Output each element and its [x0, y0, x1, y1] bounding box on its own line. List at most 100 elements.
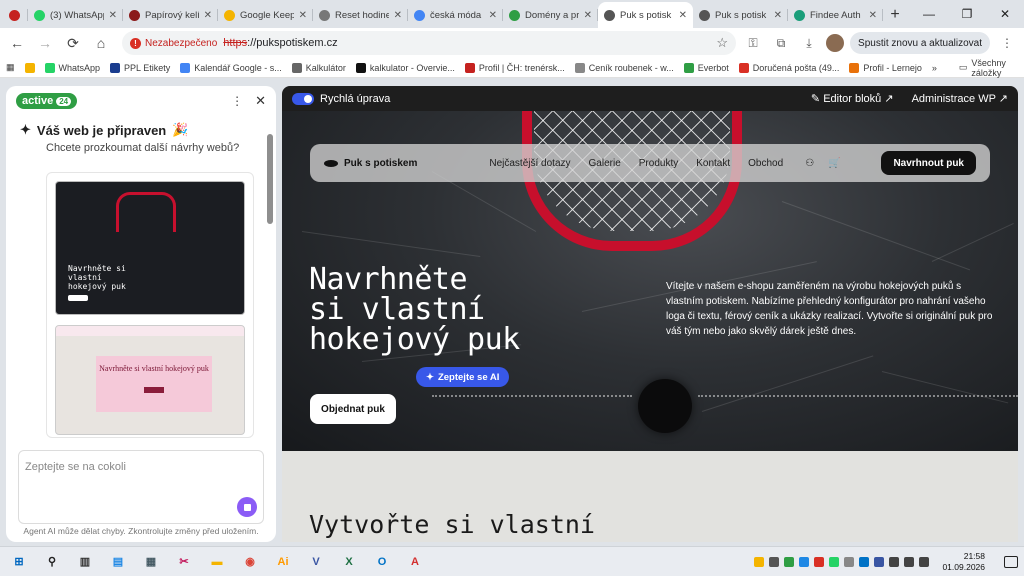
tab[interactable]: (3) WhatsApp ✕	[28, 2, 123, 28]
visio-icon[interactable]: V	[303, 549, 329, 575]
bookmark-star-icon[interactable]: ☆	[716, 35, 728, 51]
close-tab-icon[interactable]: ✕	[869, 10, 877, 21]
security-warning[interactable]: ! Nezabezpečeno	[130, 37, 217, 49]
bookmark-item[interactable]: Doručená pošta (49...	[738, 62, 839, 73]
tab[interactable]: Reset hodinek ✕	[313, 2, 408, 28]
tray-icon[interactable]	[829, 556, 840, 567]
more-options-icon[interactable]: ⋮	[231, 94, 243, 108]
site-logo[interactable]: Puk s potiskem	[324, 158, 417, 169]
bookmark-item[interactable]: PPL Etikety	[110, 62, 170, 73]
download-icon[interactable]: ⤓	[798, 32, 820, 54]
ai-panel-scrollbar[interactable]	[266, 122, 274, 472]
tab[interactable]	[0, 2, 28, 28]
nav-shop[interactable]: Obchod	[748, 158, 783, 169]
bookmark-item[interactable]: WhatsApp	[44, 62, 100, 73]
close-panel-icon[interactable]: ✕	[255, 93, 266, 109]
tray-icon[interactable]	[799, 556, 810, 567]
tray-icon[interactable]	[754, 556, 765, 567]
illustrator-icon[interactable]: Ai	[270, 549, 296, 575]
bookmark-item[interactable]	[24, 62, 35, 73]
back-button[interactable]: ←	[6, 32, 28, 54]
all-bookmarks-link[interactable]: Všechny záložky	[971, 58, 1018, 78]
forward-button[interactable]: →	[34, 32, 56, 54]
chrome-icon[interactable]: ◉	[237, 549, 263, 575]
tray-icon[interactable]	[859, 556, 870, 567]
stop-button[interactable]	[237, 497, 257, 517]
block-editor-link[interactable]: ✎ Editor bloků ↗	[811, 92, 894, 105]
order-puck-button[interactable]: Objednat puk	[310, 394, 396, 424]
bookmark-item[interactable]: Profil | ČH: trenérsk...	[464, 62, 565, 73]
tray-icon[interactable]	[784, 556, 795, 567]
battery-icon[interactable]	[919, 556, 930, 567]
volume-icon[interactable]	[904, 556, 915, 567]
start-icon[interactable]: ⊞	[6, 549, 32, 575]
new-tab-button[interactable]: +	[883, 2, 907, 28]
ai-chat-input[interactable]: Zeptejte se na cokoli	[18, 450, 264, 524]
tray-icon[interactable]	[874, 556, 885, 567]
ask-ai-button[interactable]: ✦ Zeptejte se AI	[416, 367, 510, 387]
close-window-button[interactable]: ✕	[986, 0, 1024, 28]
tab[interactable]: Google Keep ✕	[218, 2, 313, 28]
minimize-button[interactable]: —	[910, 0, 948, 28]
outlook-icon[interactable]: O	[369, 549, 395, 575]
cart-icon[interactable]: 🛒	[828, 158, 840, 169]
nav-gallery[interactable]: Galerie	[589, 158, 621, 169]
tab[interactable]: Findee Auth ✕	[788, 2, 883, 28]
tab[interactable]: Papírový kelímek ✕	[123, 2, 218, 28]
clock[interactable]: 21:58 01.09.2026	[942, 551, 985, 573]
more-bookmarks-button[interactable]: »	[932, 63, 937, 73]
address-bar[interactable]: ! Nezabezpečeno https://pukspotiskem.cz …	[122, 31, 737, 55]
nav-faq[interactable]: Nejčastější dotazy	[489, 158, 570, 169]
design-preview-pink[interactable]: Navrhněte si vlastní hokejový puk	[55, 325, 245, 435]
home-button[interactable]: ⌂	[90, 32, 112, 54]
tab[interactable]: Puk s potisk ✕	[693, 2, 788, 28]
url-text[interactable]: https://pukspotiskem.cz	[223, 37, 337, 49]
bookmark-item[interactable]: Kalendář Google - s...	[180, 62, 282, 73]
scrollbar-thumb[interactable]	[267, 134, 273, 224]
profile-avatar[interactable]	[826, 34, 845, 52]
nav-contact[interactable]: Kontakt	[696, 158, 730, 169]
close-tab-icon[interactable]: ✕	[489, 10, 497, 21]
apps-grid-icon[interactable]: ▦	[6, 62, 15, 73]
close-tab-icon[interactable]: ✕	[394, 10, 402, 21]
design-puck-button[interactable]: Navrhnout puk	[881, 151, 976, 175]
close-tab-icon[interactable]: ✕	[204, 10, 212, 21]
update-button[interactable]: Spustit znovu a aktualizovat	[850, 32, 990, 54]
explorer-icon[interactable]: ▤	[105, 549, 131, 575]
tab[interactable]: Puk s potisk ✕	[598, 2, 693, 28]
close-tab-icon[interactable]: ✕	[584, 10, 592, 21]
reload-button[interactable]: ⟳	[62, 32, 84, 54]
menu-icon[interactable]: ⋮	[996, 32, 1018, 54]
close-tab-icon[interactable]: ✕	[299, 10, 307, 21]
password-icon[interactable]: ⚿	[742, 32, 764, 54]
acrobat-icon[interactable]: A	[402, 549, 428, 575]
close-tab-icon[interactable]: ✕	[774, 10, 782, 21]
bookmark-item[interactable]: Kalkulátor	[291, 62, 346, 73]
tray-icon[interactable]	[844, 556, 855, 567]
maximize-button[interactable]: ❐	[948, 0, 986, 28]
calculator-icon[interactable]: ▦	[138, 549, 164, 575]
design-preview-dark[interactable]: Navrhněte si vlastní hokejový puk	[55, 181, 245, 315]
wifi-icon[interactable]	[889, 556, 900, 567]
task-view-icon[interactable]: ▥	[72, 549, 98, 575]
quick-edit-toggle[interactable]	[292, 92, 314, 105]
bookmark-item[interactable]: kalkulator - Overvie...	[355, 62, 455, 73]
notifications-icon[interactable]	[1004, 555, 1018, 568]
snip-icon[interactable]: ✂	[171, 549, 197, 575]
bookmark-item[interactable]: Ceník roubenek - w...	[574, 62, 674, 73]
search-icon[interactable]: ⚲	[39, 549, 65, 575]
excel-icon[interactable]: X	[336, 549, 362, 575]
nav-products[interactable]: Produkty	[639, 158, 678, 169]
tray-icon[interactable]	[814, 556, 825, 567]
tray-icon[interactable]	[769, 556, 780, 567]
close-tab-icon[interactable]: ✕	[109, 10, 117, 21]
bookmark-item[interactable]: Profil - Lernejo	[849, 62, 922, 73]
wp-admin-link[interactable]: Administrace WP ↗	[912, 92, 1008, 105]
tab[interactable]: Domény a pr ✕	[503, 2, 598, 28]
folder-icon[interactable]: ▬	[204, 549, 230, 575]
close-tab-icon[interactable]: ✕	[679, 10, 687, 21]
tab[interactable]: česká móda a ✕	[408, 2, 503, 28]
extensions-icon[interactable]: ⧉	[770, 32, 792, 54]
bookmark-item[interactable]: Everbot	[683, 62, 729, 73]
user-icon[interactable]: ⚇	[805, 158, 814, 169]
